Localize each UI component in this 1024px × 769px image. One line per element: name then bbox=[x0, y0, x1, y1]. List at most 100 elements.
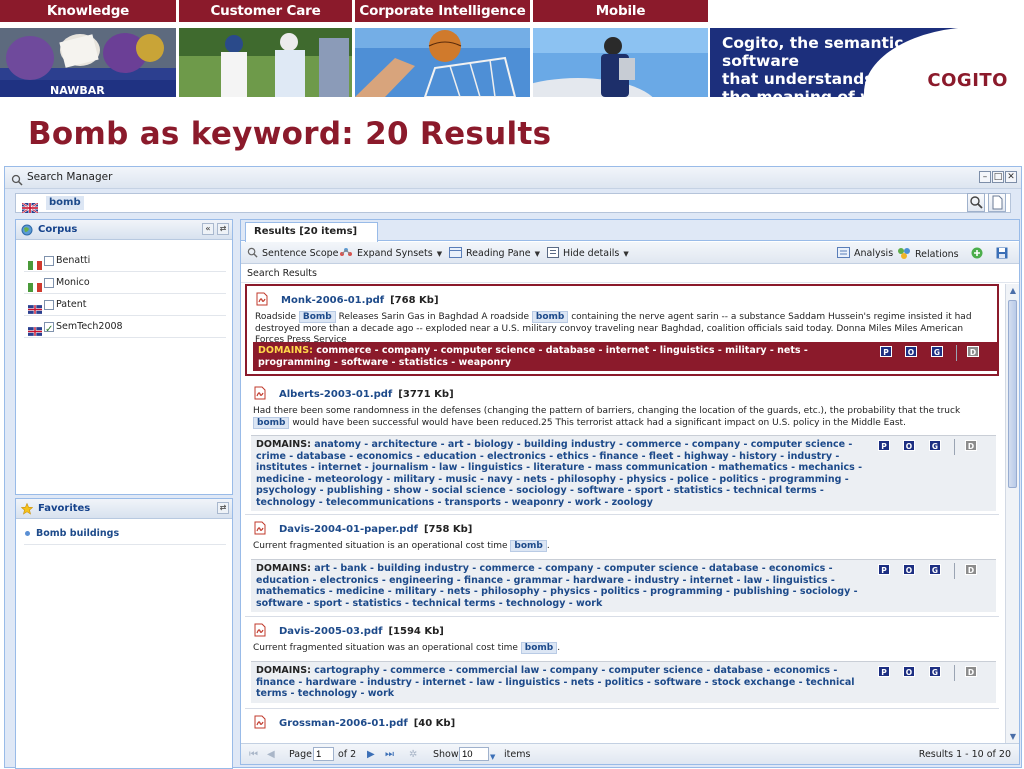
domains-list: art - bank - building industry - commerc… bbox=[256, 563, 858, 609]
search-input[interactable]: bomb bbox=[15, 193, 1011, 214]
tagline-line-3: the meaning of words. bbox=[722, 88, 919, 97]
search-button[interactable] bbox=[967, 193, 985, 212]
result-title: Monk-2006-01.pdf [768 Kb] bbox=[255, 292, 439, 309]
result-filename[interactable]: Alberts-2003-01.pdf bbox=[279, 389, 392, 400]
corpus-checkbox-semtech2008[interactable] bbox=[44, 319, 54, 341]
snippet-text: Roadside bbox=[255, 312, 299, 322]
page-size-select[interactable] bbox=[459, 747, 489, 761]
favorites-panel: Favorites ⇄ Bomb buildings bbox=[15, 498, 233, 769]
d-button[interactable]: D bbox=[965, 440, 977, 451]
corpus-checkbox-benatti[interactable] bbox=[44, 256, 54, 266]
uk-flag-icon bbox=[28, 323, 42, 345]
result-item[interactable]: Monk-2006-01.pdf [768 Kb] Roadside Bomb R… bbox=[245, 284, 999, 376]
scroll-up-icon[interactable]: ▲ bbox=[1008, 286, 1018, 298]
search-query-token[interactable]: bomb bbox=[46, 196, 84, 210]
p-button[interactable]: P bbox=[878, 564, 890, 575]
first-page-icon[interactable]: ⏮ bbox=[249, 749, 258, 761]
page-size-dropdown-icon[interactable]: ▼ bbox=[490, 751, 495, 763]
corpus-label: Patent bbox=[56, 299, 87, 310]
page-count-label: of 2 bbox=[338, 749, 357, 760]
result-title: Grossman-2006-01.pdf [40 Kb] bbox=[253, 715, 455, 732]
corpus-checkbox-patent[interactable] bbox=[44, 300, 54, 310]
expand-synsets-button[interactable]: Expand Synsets ▼ bbox=[339, 247, 442, 262]
corpus-item-semtech2008: SemTech2008 bbox=[24, 316, 226, 341]
refresh-favorites-button[interactable]: ⇄ bbox=[217, 502, 229, 514]
refresh-corpus-button[interactable]: ⇄ bbox=[217, 223, 229, 235]
domain-buttons: P O G D bbox=[878, 563, 988, 579]
nav-tab-corporate-intelligence[interactable]: Corporate Intelligence bbox=[355, 0, 530, 22]
d-button[interactable]: D bbox=[967, 346, 979, 357]
results-toolbar: Sentence Scope Expand Synsets ▼ Reading P… bbox=[241, 242, 1019, 264]
domains-list: cartography - commerce - commercial law … bbox=[256, 665, 855, 699]
p-button[interactable]: P bbox=[878, 666, 890, 677]
result-filesize: [768 Kb] bbox=[390, 295, 439, 306]
results-scrollbar[interactable]: ▲ ▼ bbox=[1005, 284, 1019, 746]
snippet-text: Releases Sarin Gas in Baghdad A roadside bbox=[335, 312, 532, 322]
snippet-text: Current fragmented situation was an oper… bbox=[253, 643, 521, 653]
tagline-line-2: that understands bbox=[722, 70, 874, 88]
o-button[interactable]: O bbox=[903, 666, 915, 677]
result-filesize: [1594 Kb] bbox=[388, 626, 444, 637]
analysis-icon bbox=[837, 247, 850, 262]
result-item[interactable]: Alberts-2003-01.pdf [3771 Kb] Had there b… bbox=[245, 380, 999, 511]
g-button[interactable]: G bbox=[929, 440, 941, 451]
corpus-panel: Corpus « ⇄ Benatti Monico Patent ✓ SemTe… bbox=[15, 219, 233, 495]
mobile-phone-photo bbox=[533, 28, 708, 97]
g-button[interactable]: G bbox=[929, 666, 941, 677]
result-filename[interactable]: Monk-2006-01.pdf bbox=[281, 295, 384, 306]
sentence-scope-button[interactable]: Sentence Scope bbox=[247, 247, 339, 262]
nav-tab-customer-care[interactable]: Customer Care bbox=[179, 0, 352, 22]
domains-label: DOMAINS: bbox=[256, 439, 311, 450]
d-button[interactable]: D bbox=[965, 666, 977, 677]
result-title: Alberts-2003-01.pdf [3771 Kb] bbox=[253, 386, 454, 403]
result-item[interactable]: Davis-2004-01-paper.pdf [758 Kb] Current … bbox=[245, 514, 999, 612]
scroll-thumb[interactable] bbox=[1008, 300, 1017, 488]
result-snippet: Current fragmented situation is an opera… bbox=[253, 540, 983, 553]
next-page-icon[interactable]: ▶ bbox=[367, 749, 375, 761]
result-filename[interactable]: Davis-2005-03.pdf bbox=[279, 626, 382, 637]
result-filename[interactable]: Grossman-2006-01.pdf bbox=[279, 718, 408, 729]
dropdown-arrow-icon: ▼ bbox=[623, 250, 629, 258]
o-button[interactable]: O bbox=[903, 440, 915, 451]
keyword-highlight: bomb bbox=[253, 416, 290, 429]
hide-details-button[interactable]: Hide details ▼ bbox=[547, 247, 629, 262]
window-title: Search Manager bbox=[27, 171, 113, 183]
add-button[interactable] bbox=[971, 247, 983, 263]
page-number-input[interactable] bbox=[313, 747, 334, 761]
new-document-button[interactable] bbox=[988, 193, 1006, 212]
tab-results[interactable]: Results [20 items] bbox=[245, 222, 379, 242]
favorite-item-bomb-buildings[interactable]: Bomb buildings bbox=[24, 523, 226, 545]
reading-pane-button[interactable]: Reading Pane ▼ bbox=[449, 247, 540, 262]
analysis-label: Analysis bbox=[854, 248, 894, 259]
prev-page-icon[interactable]: ◀ bbox=[267, 749, 275, 761]
favorite-label: Bomb buildings bbox=[36, 528, 120, 539]
result-domains: DOMAINS: art - bank - building industry … bbox=[251, 559, 996, 612]
nav-tab-knowledge-management[interactable]: Knowledge Management bbox=[0, 0, 176, 41]
o-button[interactable]: O bbox=[903, 564, 915, 575]
corpus-item-patent: Patent bbox=[24, 294, 226, 316]
maximize-button[interactable]: □ bbox=[992, 171, 1004, 183]
corpus-checkbox-monico[interactable] bbox=[44, 278, 54, 288]
save-button[interactable] bbox=[996, 247, 1008, 263]
p-button[interactable]: P bbox=[878, 440, 890, 451]
result-item[interactable]: Grossman-2006-01.pdf [40 Kb] bbox=[245, 708, 999, 746]
refresh-icon[interactable]: ✲ bbox=[409, 749, 417, 761]
domain-buttons: P O G D bbox=[878, 439, 988, 455]
close-button[interactable]: ✕ bbox=[1005, 171, 1017, 183]
g-button[interactable]: G bbox=[929, 564, 941, 575]
bullet-icon bbox=[25, 531, 30, 536]
analysis-button[interactable]: Analysis bbox=[837, 247, 893, 262]
p-button[interactable]: P bbox=[880, 346, 892, 357]
divider bbox=[954, 563, 955, 579]
result-item[interactable]: Davis-2005-03.pdf [1594 Kb] Current fragm… bbox=[245, 616, 999, 704]
collapse-left-button[interactable]: « bbox=[202, 223, 214, 235]
last-page-icon[interactable]: ⏭ bbox=[385, 749, 394, 761]
relations-button[interactable]: Relations bbox=[897, 247, 959, 263]
snippet-text: would have been successful would have be… bbox=[289, 417, 906, 428]
g-button[interactable]: G bbox=[931, 346, 943, 357]
minimize-button[interactable]: – bbox=[979, 171, 991, 183]
d-button[interactable]: D bbox=[965, 564, 977, 575]
o-button[interactable]: O bbox=[905, 346, 917, 357]
nav-tab-mobile[interactable]: Mobile bbox=[533, 0, 708, 22]
result-filename[interactable]: Davis-2004-01-paper.pdf bbox=[279, 524, 418, 535]
